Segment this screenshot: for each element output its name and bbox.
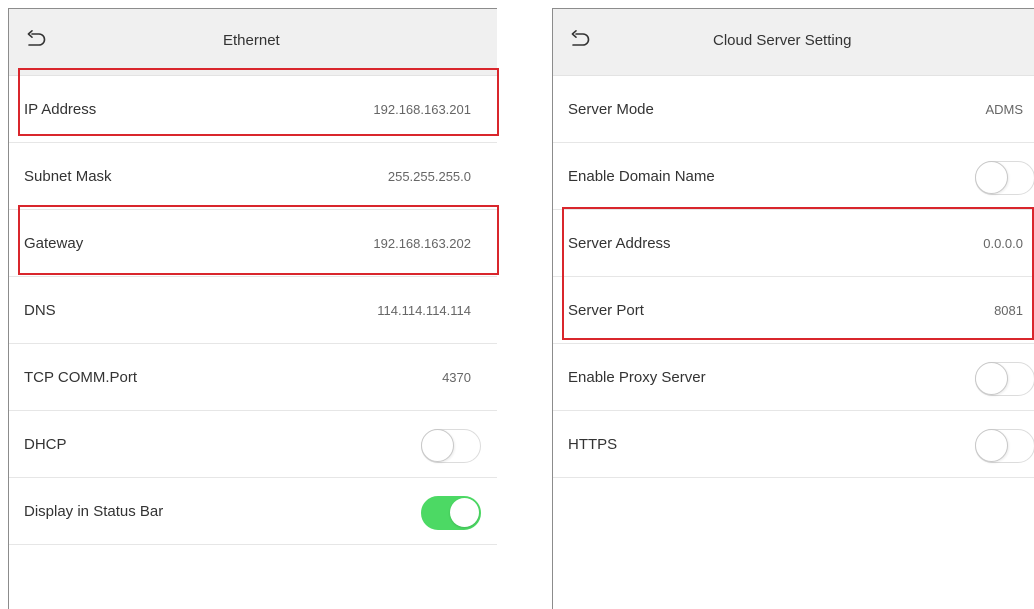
- row-value: 192.168.163.202: [373, 236, 471, 251]
- back-arrow-icon[interactable]: [25, 29, 47, 51]
- gateway-row[interactable]: Gateway 192.168.163.202: [9, 210, 497, 277]
- enable-proxy-server-row: Enable Proxy Server: [553, 344, 1034, 411]
- ip-address-row[interactable]: IP Address 192.168.163.201: [9, 76, 497, 143]
- toggle-knob: [975, 362, 1008, 395]
- row-label: IP Address: [24, 101, 97, 118]
- page-title: Ethernet: [223, 32, 280, 49]
- page-title: Cloud Server Setting: [713, 32, 852, 49]
- row-value: ADMS: [985, 102, 1023, 117]
- ethernet-screen: Ethernet IP Address 192.168.163.201 Subn…: [8, 8, 497, 609]
- dhcp-toggle[interactable]: [421, 429, 481, 463]
- enable-domain-name-toggle[interactable]: [975, 161, 1034, 195]
- dns-row[interactable]: DNS 114.114.114.114: [9, 277, 497, 344]
- server-port-row[interactable]: Server Port 8081: [553, 277, 1034, 344]
- https-row: HTTPS: [553, 411, 1034, 478]
- enable-domain-name-row: Enable Domain Name: [553, 143, 1034, 210]
- server-address-row[interactable]: Server Address 0.0.0.0: [553, 210, 1034, 277]
- dhcp-row: DHCP: [9, 411, 497, 478]
- row-label: DNS: [24, 302, 56, 319]
- row-label: Server Address: [568, 235, 671, 252]
- cloud-server-screen: Cloud Server Setting Server Mode ADMS En…: [552, 8, 1034, 609]
- display-in-status-bar-row: Display in Status Bar: [9, 478, 497, 545]
- row-value: 0.0.0.0: [983, 236, 1023, 251]
- row-label: Server Mode: [568, 101, 654, 118]
- cloud-server-header: Cloud Server Setting: [553, 9, 1034, 76]
- display-in-status-bar-toggle[interactable]: [421, 496, 481, 530]
- row-value: 4370: [442, 370, 471, 385]
- row-label: Server Port: [568, 302, 644, 319]
- row-value: 192.168.163.201: [373, 102, 471, 117]
- https-toggle[interactable]: [975, 429, 1034, 463]
- row-value: 8081: [994, 303, 1023, 318]
- row-label: Subnet Mask: [24, 168, 112, 185]
- row-label: Display in Status Bar: [24, 503, 164, 520]
- row-value: 114.114.114.114: [377, 303, 471, 318]
- row-label: DHCP: [24, 436, 67, 453]
- toggle-knob: [450, 498, 479, 527]
- row-label: Enable Domain Name: [568, 168, 715, 185]
- ethernet-header: Ethernet: [9, 9, 497, 76]
- toggle-knob: [975, 429, 1008, 462]
- toggle-knob: [975, 161, 1008, 194]
- back-arrow-icon[interactable]: [569, 29, 591, 51]
- enable-proxy-server-toggle[interactable]: [975, 362, 1034, 396]
- row-label: Gateway: [24, 235, 84, 252]
- subnet-mask-row[interactable]: Subnet Mask 255.255.255.0: [9, 143, 497, 210]
- row-value: 255.255.255.0: [387, 169, 471, 184]
- row-label: TCP COMM.Port: [24, 369, 138, 386]
- tcp-comm-port-row[interactable]: TCP COMM.Port 4370: [9, 344, 497, 411]
- toggle-knob: [421, 429, 454, 462]
- row-label: Enable Proxy Server: [568, 369, 706, 386]
- server-mode-row[interactable]: Server Mode ADMS: [553, 76, 1034, 143]
- row-label: HTTPS: [568, 436, 618, 453]
